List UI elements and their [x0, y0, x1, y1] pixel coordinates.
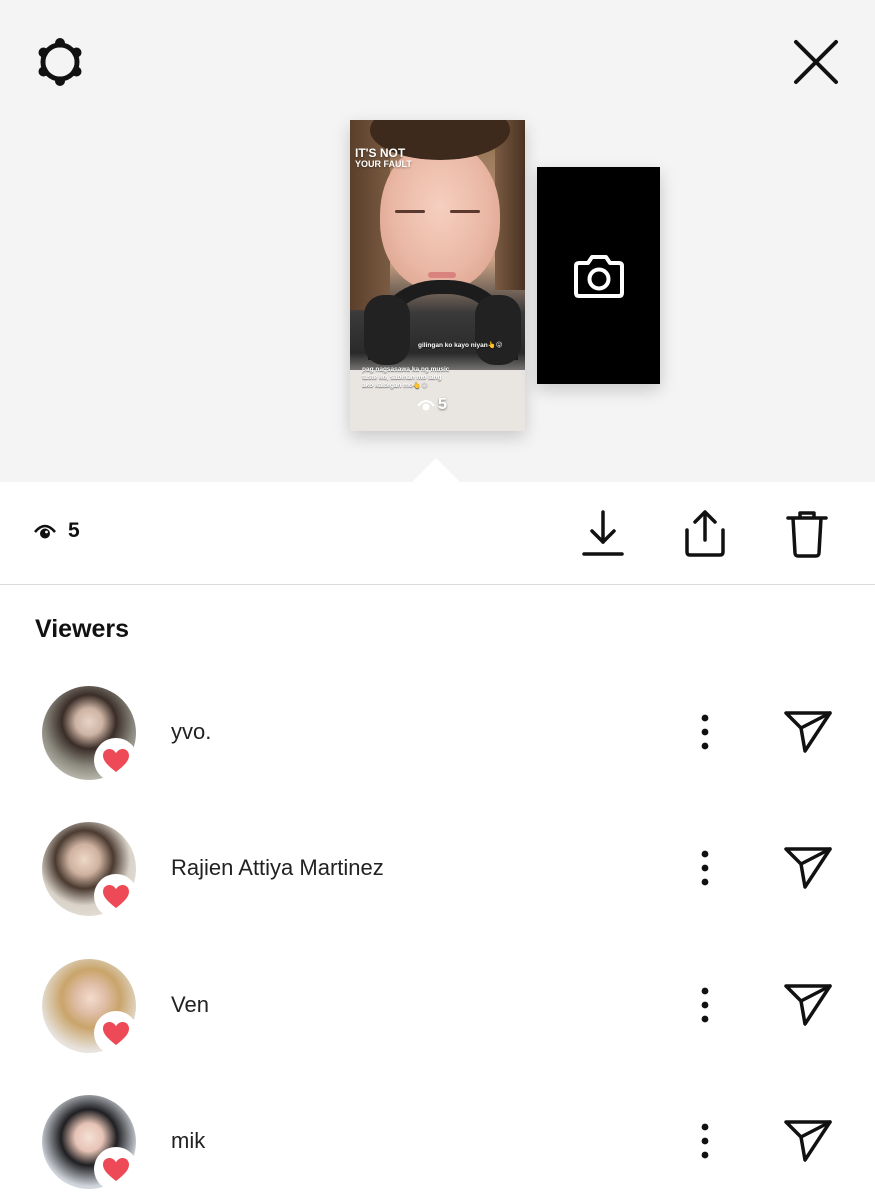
viewer-row[interactable]: Rajien Attiya Martinez	[0, 818, 875, 918]
trash-icon	[786, 511, 828, 558]
download-icon	[582, 510, 624, 556]
add-story-button[interactable]	[537, 167, 660, 384]
viewer-row[interactable]: Ven	[0, 955, 875, 1055]
download-button[interactable]	[573, 504, 633, 564]
send-icon	[784, 1120, 832, 1162]
more-options-button[interactable]	[685, 977, 725, 1033]
more-vertical-icon	[701, 850, 709, 886]
story-preview-area: IT'S NOT YOUR FAULT gilingan ko kayo niy…	[0, 0, 875, 483]
send-message-button[interactable]	[778, 838, 838, 898]
story-thumbnail-current[interactable]: IT'S NOT YOUR FAULT gilingan ko kayo niy…	[350, 120, 525, 431]
more-vertical-icon	[701, 714, 709, 750]
liked-badge	[94, 738, 138, 782]
heart-icon	[103, 884, 129, 908]
viewer-name[interactable]: mik	[171, 1128, 205, 1154]
viewer-row[interactable]: yvo.	[0, 682, 875, 782]
story-image-part	[428, 272, 456, 278]
delete-button[interactable]	[777, 504, 837, 564]
viewer-name[interactable]: Ven	[171, 992, 209, 1018]
send-message-button[interactable]	[778, 1111, 838, 1171]
close-button[interactable]	[786, 32, 846, 92]
liked-badge	[94, 1147, 138, 1191]
more-vertical-icon	[701, 1123, 709, 1159]
liked-badge	[94, 874, 138, 918]
views-count[interactable]: 5	[34, 519, 80, 543]
eye-icon	[34, 524, 56, 538]
heart-icon	[103, 1021, 129, 1045]
camera-icon	[573, 254, 624, 298]
viewer-name[interactable]: Rajien Attiya Martinez	[171, 855, 384, 881]
send-icon	[784, 984, 832, 1026]
story-views-overlay: 5	[417, 396, 447, 414]
story-title-line1: IT'S NOT	[355, 146, 406, 160]
viewer-row[interactable]: mik	[0, 1091, 875, 1191]
story-caption: gilingan ko kayo niyan👆😜	[418, 342, 503, 349]
liked-badge	[94, 1011, 138, 1055]
more-options-button[interactable]	[685, 840, 725, 896]
more-options-button[interactable]	[685, 1113, 725, 1169]
heart-icon	[103, 748, 129, 772]
send-icon	[784, 847, 832, 889]
share-button[interactable]	[675, 504, 735, 564]
gear-icon	[38, 38, 82, 86]
eye-icon	[417, 400, 435, 411]
views-count-value: 5	[68, 519, 80, 542]
selected-story-pointer	[411, 458, 461, 483]
story-image-part	[450, 210, 480, 213]
settings-button[interactable]	[30, 34, 90, 90]
story-image-part	[364, 295, 410, 365]
story-caption: pag nagsasawa ka ng music taste ko, sabi…	[362, 366, 450, 389]
story-image-part	[395, 210, 425, 213]
story-image-part	[475, 295, 521, 365]
send-icon	[784, 711, 832, 753]
share-icon	[685, 510, 725, 557]
viewer-name[interactable]: yvo.	[171, 719, 211, 745]
send-message-button[interactable]	[778, 702, 838, 762]
more-vertical-icon	[701, 987, 709, 1023]
story-title-line2: YOUR FAULT	[355, 158, 412, 169]
more-options-button[interactable]	[685, 704, 725, 760]
heart-icon	[103, 1157, 129, 1181]
story-action-bar: 5	[0, 482, 875, 585]
send-message-button[interactable]	[778, 975, 838, 1035]
story-views-count: 5	[438, 396, 447, 413]
story-title: IT'S NOT YOUR FAULT	[355, 147, 412, 169]
close-icon	[794, 40, 838, 84]
viewers-heading: Viewers	[35, 615, 130, 643]
